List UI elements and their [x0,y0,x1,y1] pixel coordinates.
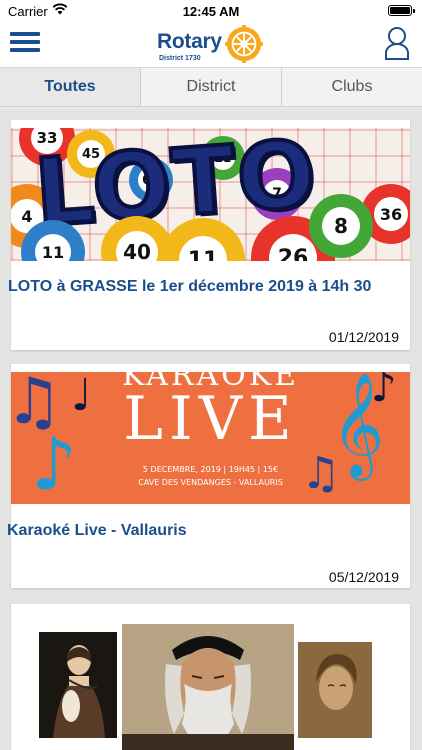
news-card-leonardo[interactable] [11,604,410,750]
news-feed: 33 45 68 21 4 7 36 LOTO 40 11 26 8 11 LO… [0,108,422,750]
news-card-loto[interactable]: 33 45 68 21 4 7 36 LOTO 40 11 26 8 11 LO… [8,120,410,350]
user-icon[interactable] [384,26,410,60]
karaoke-details: 5 DECEMBRE, 2019 | 19H45 | 15€ [142,465,279,474]
portrait-scapigliata [298,642,372,738]
news-card-date: 01/12/2019 [328,329,399,345]
hamburger-menu-icon[interactable] [10,32,40,56]
portrait-leonardo [122,624,294,750]
logo-district: District 1730 [159,55,201,62]
loto-ball: 8 [309,194,373,258]
battery-icon [388,5,415,16]
status-time: 12:45 AM [182,4,240,19]
rotary-logo: Rotary District 1730 [157,24,267,64]
karaoke-image: ♫ ♪ ♩ 𝄞 ♪ ♫ KARAOKE LIVE 5 DECEMBRE, 201… [11,372,410,504]
karaoke-headline: LIVE [123,384,298,454]
app-header: Rotary District 1730 [0,22,422,67]
news-card-karaoke[interactable]: ♫ ♪ ♩ 𝄞 ♪ ♫ KARAOKE LIVE 5 DECEMBRE, 201… [7,364,410,588]
music-note-icon: ♫ [301,448,341,499]
rotary-wheel-icon [225,25,263,63]
loto-image: 33 45 68 21 4 7 36 LOTO 40 11 26 8 11 [11,128,410,261]
tab-clubs[interactable]: Clubs [282,68,422,106]
karaoke-venue: CAVE DES VENDANGES - VALLAURIS [138,478,283,487]
portrait-lady-ermine [39,632,117,738]
news-card-date: 05/12/2019 [328,569,399,585]
tab-district[interactable]: District [141,68,282,106]
logo-word: Rotary [157,30,222,53]
leonardo-image [11,612,410,750]
tab-toutes[interactable]: Toutes [0,68,141,106]
status-bar: Carrier 12:45 AM [0,0,422,22]
filter-tabs: Toutes District Clubs [0,67,422,107]
news-card-title[interactable]: Karaoké Live - Vallauris [7,522,187,540]
news-card-title[interactable]: LOTO à GRASSE le 1er décembre 2019 à 14h… [8,278,371,296]
